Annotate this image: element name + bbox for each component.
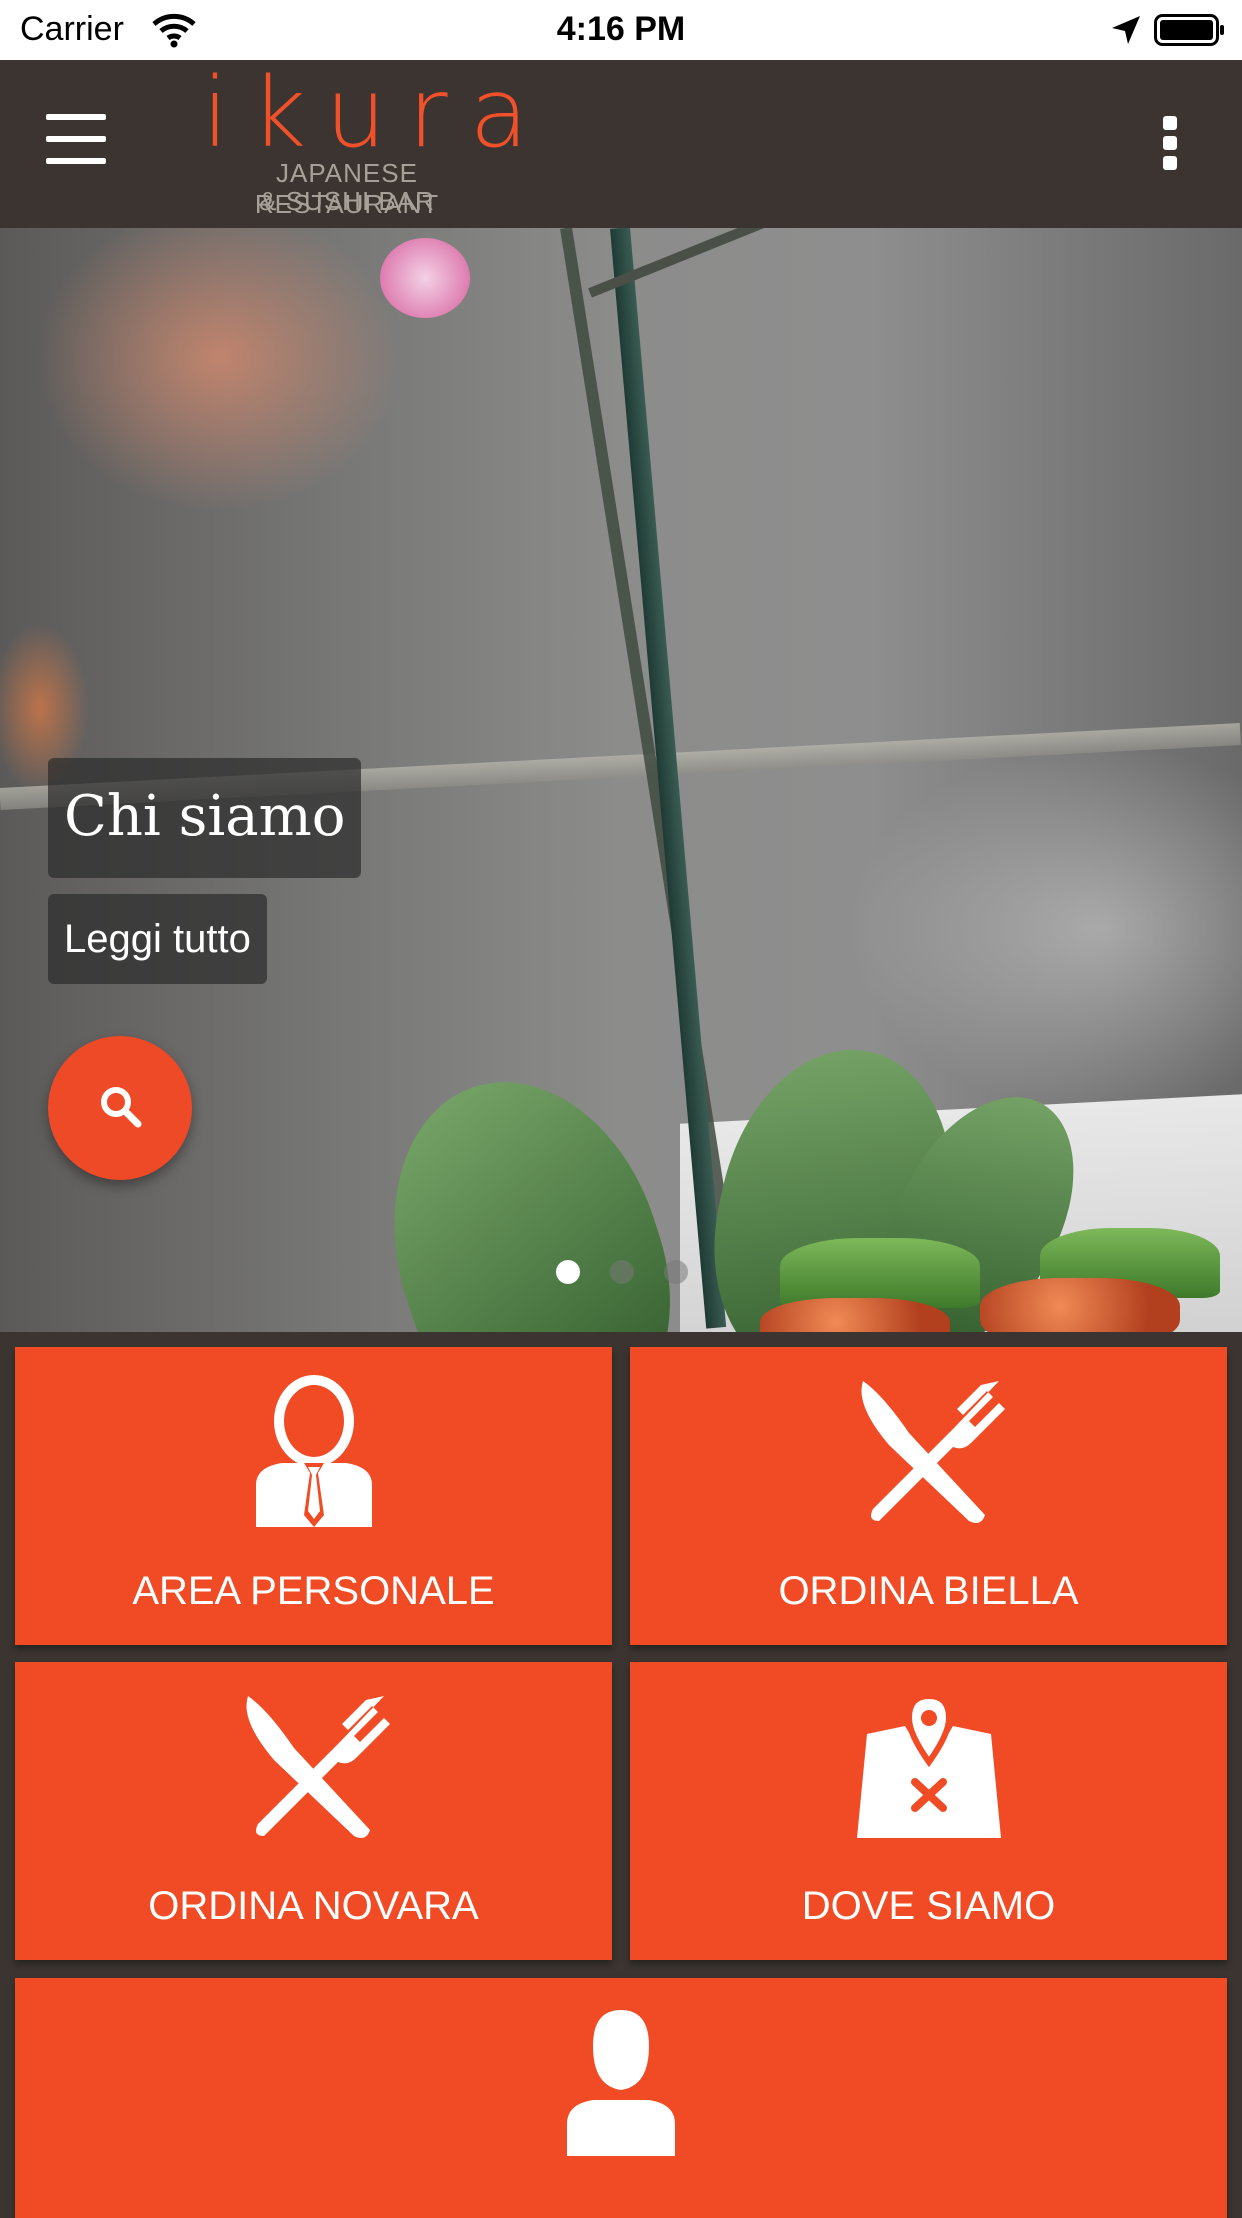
tile-area-personale[interactable]: AREA PERSONALE xyxy=(15,1347,612,1645)
read-more-button[interactable]: Leggi tutto xyxy=(48,894,267,984)
slide-dot[interactable] xyxy=(610,1260,634,1284)
status-bar: Carrier 4:16 PM xyxy=(0,0,1242,60)
fork-knife-icon xyxy=(245,1696,390,1838)
kebab-menu-icon xyxy=(1163,116,1177,130)
hamburger-icon xyxy=(46,114,106,120)
overflow-menu-button[interactable] xyxy=(1158,116,1182,170)
slide-dot[interactable] xyxy=(664,1260,688,1284)
hero-slideshow[interactable]: Chi siamo Leggi tutto xyxy=(0,228,1242,1332)
app-bar: ikura JAPANESE RESTAURANT & SUSHI BAR xyxy=(0,60,1242,228)
map-pin-icon xyxy=(856,1692,1001,1838)
hamburger-menu-button[interactable] xyxy=(46,114,108,166)
slide-dot-active[interactable] xyxy=(556,1260,580,1284)
slide-indicator xyxy=(556,1260,688,1284)
orchid-flower xyxy=(380,238,470,318)
clock: 4:16 PM xyxy=(556,10,686,48)
tile-dove-siamo[interactable]: DOVE SIAMO xyxy=(630,1662,1227,1960)
tile-label: DOVE SIAMO xyxy=(801,1884,1056,1928)
tile-user[interactable] xyxy=(15,1978,1227,2218)
logo-subtitle-line2: & SUSHI BAR xyxy=(259,186,435,216)
logo-word: ikura xyxy=(202,57,551,169)
tile-ordina-biella[interactable]: ORDINA BIELLA xyxy=(630,1347,1227,1645)
tile-ordina-novara[interactable]: ORDINA NOVARA xyxy=(15,1662,612,1960)
tile-label: AREA PERSONALE xyxy=(132,1569,495,1613)
search-button[interactable] xyxy=(48,1036,192,1180)
battery-icon xyxy=(1154,14,1224,46)
businessman-icon xyxy=(255,1375,372,1527)
tile-label: ORDINA BIELLA xyxy=(778,1569,1079,1613)
location-arrow-icon xyxy=(1112,16,1140,44)
user-icon xyxy=(567,2010,675,2156)
fork-knife-icon xyxy=(860,1381,1005,1523)
search-icon xyxy=(101,1087,142,1128)
tile-label: ORDINA NOVARA xyxy=(148,1884,479,1928)
hero-title: Chi siamo xyxy=(48,758,362,878)
